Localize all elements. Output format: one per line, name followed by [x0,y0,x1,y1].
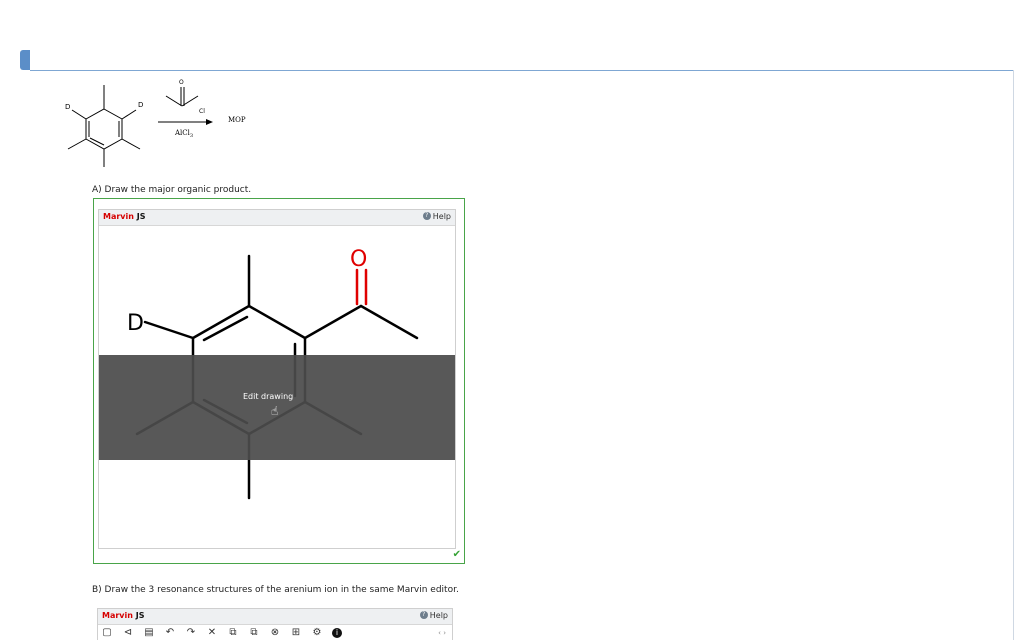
drawing-canvas[interactable]: D O Edit drawing ☝ [99,226,455,548]
reaction-scheme-drawing: D D O Cl AlCl3 MOP [65,79,246,167]
hand-cursor-icon: ☝ [271,404,279,418]
question-a-prompt: A) Draw the major organic product. [92,185,252,195]
carbonyl-carbon-bond [303,304,363,340]
marvin-editor-a[interactable]: Marvin JS ? Help D O Edit drawing ☝ [98,209,456,549]
marvin-header: Marvin JS ? Help [99,210,455,226]
marvin-brand: Marvin JS [102,611,145,620]
clean-2d-icon[interactable]: ⊞ [290,627,302,639]
marvin-brand: Marvin JS [103,212,146,221]
save-icon[interactable]: ▤ [143,627,155,639]
deuterium-atom-label: D [127,311,144,336]
question-content: D D O Cl AlCl3 MOP A) Draw the major org… [0,0,1024,640]
oxygen-atom-label: O [350,247,367,272]
help-button[interactable]: ? Help [419,611,448,620]
deuterium-label-right: D [138,101,143,109]
marvin-editor-b[interactable]: Marvin JS ? Help ▢ ⊲ ▤ ↶ ↷ ✕ ⧉ ⧉ ⊗ ⊞ ⚙ i … [97,608,453,640]
answer-panel-a: Marvin JS ? Help D O Edit drawing ☝ ✔ [93,198,465,564]
aromatic-reactant [67,85,141,167]
catalyst-label: AlCl3 [174,129,193,139]
chlorine-atom-label: Cl [199,108,205,115]
toolbar-scroll-arrows-icon[interactable]: ‹ › [438,629,446,637]
delete-icon[interactable]: ✕ [206,627,218,639]
bond [247,304,307,340]
bond [191,304,251,340]
help-icon: ? [419,611,428,619]
undo-icon[interactable]: ↶ [164,627,176,639]
acetyl-chloride-reagent [165,87,199,107]
edit-drawing-label: Edit drawing [243,392,294,401]
reaction-scheme: D D O Cl AlCl3 MOP [58,72,278,172]
oxygen-atom-label: O [179,79,184,86]
open-folder-icon[interactable]: ⊲ [122,627,134,639]
editor-toolbar: ▢ ⊲ ▤ ↶ ↷ ✕ ⧉ ⧉ ⊗ ⊞ ⚙ i [101,627,342,639]
arrowhead-icon [206,119,213,125]
edit-drawing-overlay[interactable]: Edit drawing ☝ [99,355,455,460]
copy-icon[interactable]: ⧉ [227,627,239,639]
deuterium-label-left: D [65,103,70,111]
paste-icon[interactable]: ⧉ [248,627,260,639]
help-button[interactable]: ? Help [422,212,451,221]
marvin-header: Marvin JS ? Help [98,609,452,625]
zoom-icon[interactable]: ⊗ [269,627,281,639]
new-document-icon[interactable]: ▢ [101,627,113,639]
question-b-prompt: B) Draw the 3 resonance structures of th… [92,585,459,595]
help-icon: ? [422,212,431,220]
deuterium-bond [143,320,195,340]
product-label: MOP [228,116,246,124]
settings-icon[interactable]: ⚙ [311,627,323,639]
acetyl-methyl-bond [359,304,419,340]
correct-checkmark-icon: ✔ [452,549,461,560]
info-icon[interactable]: i [332,628,342,638]
redo-icon[interactable]: ↷ [185,627,197,639]
